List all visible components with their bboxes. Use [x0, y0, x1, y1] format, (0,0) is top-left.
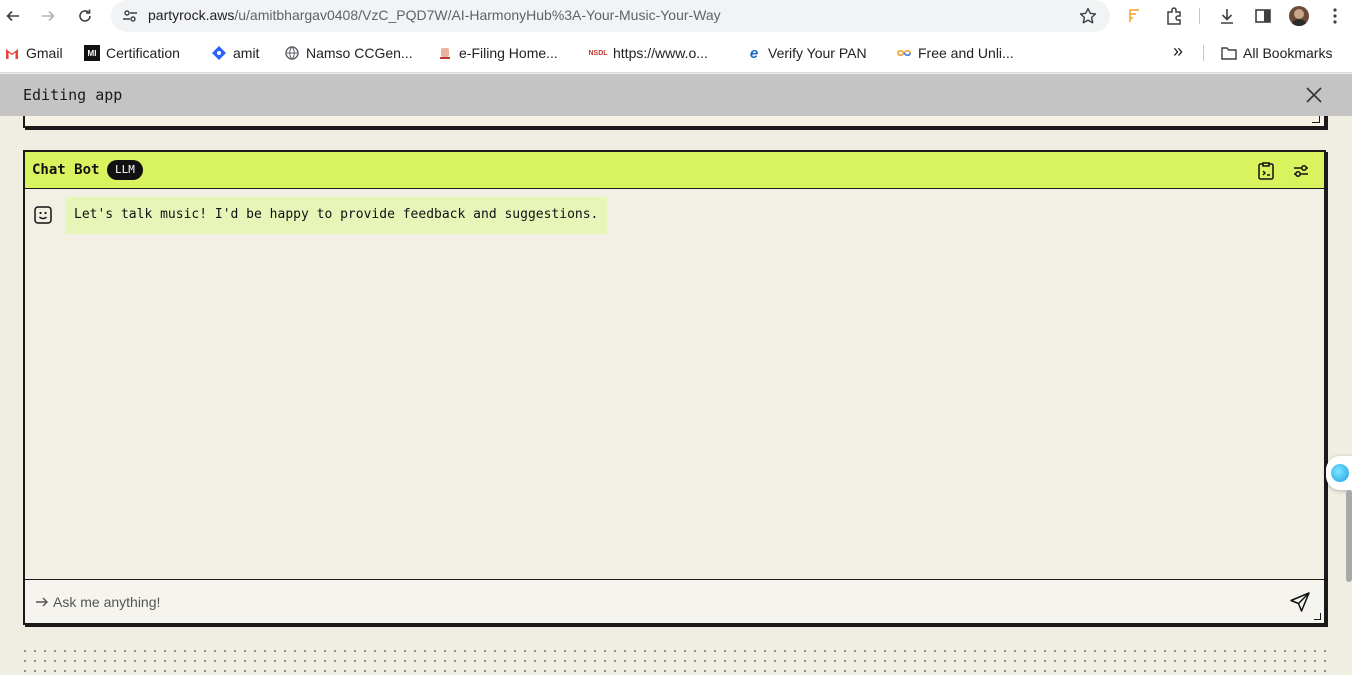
bookmark-gmail[interactable]: Gmail: [4, 43, 63, 63]
bookmarks-divider: [1203, 45, 1204, 61]
resize-handle[interactable]: [1314, 613, 1321, 620]
bookmark-certification[interactable]: MI Certification: [84, 43, 180, 63]
overflow-chevron-icon: »: [1173, 40, 1184, 61]
clipboard-icon[interactable]: [1255, 160, 1277, 182]
assistant-orb-icon: [1331, 464, 1349, 482]
bookmark-label: Verify Your PAN: [768, 45, 867, 61]
previous-widget-card: [23, 116, 1326, 128]
llm-badge: LLM: [107, 160, 143, 180]
nsdl-icon: NSDL: [588, 49, 608, 57]
bookmark-efiling[interactable]: e-Filing Home...: [437, 43, 558, 63]
e-icon: e: [749, 44, 759, 62]
bookmark-verify-pan[interactable]: e Verify Your PAN: [746, 43, 867, 63]
floating-assistant-button[interactable]: [1326, 456, 1352, 490]
all-bookmarks-label: All Bookmarks: [1243, 45, 1333, 61]
widget-title: Chat Bot: [32, 162, 100, 178]
all-bookmarks-button[interactable]: All Bookmarks: [1221, 43, 1332, 63]
extensions-puzzle-icon[interactable]: [1164, 6, 1184, 26]
browser-toolbar: partyrock.aws/u/amitbhargav0408/VzC_PQD7…: [0, 0, 1352, 33]
bot-face-icon: [34, 206, 52, 224]
close-icon[interactable]: [1304, 85, 1324, 105]
address-bar[interactable]: partyrock.aws/u/amitbhargav0408/VzC_PQD7…: [111, 0, 1110, 32]
infinity-icon: [896, 45, 912, 61]
resize-handle[interactable]: [1312, 116, 1320, 123]
side-panel-icon[interactable]: [1253, 6, 1273, 26]
bookmarks-overflow-button[interactable]: »: [1173, 41, 1183, 61]
arrow-right-icon: [36, 597, 48, 607]
scrollbar[interactable]: [1346, 490, 1352, 582]
bot-message: Let's talk music! I'd be happy to provid…: [65, 197, 608, 234]
bookmark-amit[interactable]: amit: [211, 43, 259, 63]
emblem-icon: [437, 45, 453, 61]
gmail-icon: [4, 45, 20, 61]
bookmark-label: https://www.o...: [613, 45, 708, 61]
url-host: partyrock.aws: [148, 7, 235, 23]
chat-bot-widget: Chat Bot LLM Let's talk music! I'd be ha…: [23, 150, 1326, 625]
url-text: partyrock.aws/u/amitbhargav0408/VzC_PQD7…: [148, 7, 721, 23]
bookmark-label: Gmail: [26, 45, 63, 61]
settings-sliders-icon[interactable]: [1290, 160, 1312, 182]
globe-icon: [284, 45, 300, 61]
folder-icon: [1221, 45, 1237, 61]
profile-avatar[interactable]: [1289, 6, 1309, 26]
extension-flag-icon[interactable]: [1126, 6, 1146, 26]
bookmark-label: Certification: [106, 45, 180, 61]
bookmark-free-unli[interactable]: Free and Unli...: [896, 43, 1014, 63]
app-canvas: Chat Bot LLM Let's talk music! I'd be ha…: [0, 116, 1352, 675]
url-path: /u/amitbhargav0408/VzC_PQD7W/AI-HarmonyH…: [234, 7, 721, 23]
widget-header: Chat Bot LLM: [25, 152, 1324, 189]
bookmark-label: Namso CCGen...: [306, 45, 413, 61]
chat-messages: Let's talk music! I'd be happy to provid…: [25, 189, 1324, 581]
bookmark-label: e-Filing Home...: [459, 45, 558, 61]
page-title: Editing app: [23, 86, 123, 104]
dotted-divider: [20, 646, 1330, 674]
reload-icon: [79, 9, 91, 22]
app-editing-header: Editing app: [0, 74, 1352, 116]
forward-arrow-icon: [42, 10, 55, 22]
bookmark-namso[interactable]: Namso CCGen...: [284, 43, 413, 63]
site-settings-icon[interactable]: [121, 7, 139, 25]
chat-input-bar: [25, 579, 1324, 623]
download-icon[interactable]: [1217, 6, 1237, 26]
forward-button[interactable]: [35, 4, 61, 28]
back-button[interactable]: [0, 4, 26, 28]
diamond-icon: [211, 45, 227, 61]
bookmark-label: Free and Unli...: [918, 45, 1014, 61]
reload-button[interactable]: [72, 4, 98, 28]
certification-icon: MI: [84, 45, 100, 61]
send-icon[interactable]: [1288, 590, 1312, 614]
more-menu-icon[interactable]: [1325, 6, 1345, 26]
bookmark-star-icon[interactable]: [1078, 6, 1098, 26]
chat-input[interactable]: [53, 588, 1273, 616]
bookmarks-bar: Gmail MI Certification amit Namso CCGen.…: [0, 33, 1352, 73]
back-arrow-icon: [6, 10, 19, 22]
bookmark-nsdl[interactable]: NSDL https://www.o...: [588, 43, 708, 63]
toolbar-divider: [1199, 8, 1200, 24]
bookmark-label: amit: [233, 45, 260, 61]
